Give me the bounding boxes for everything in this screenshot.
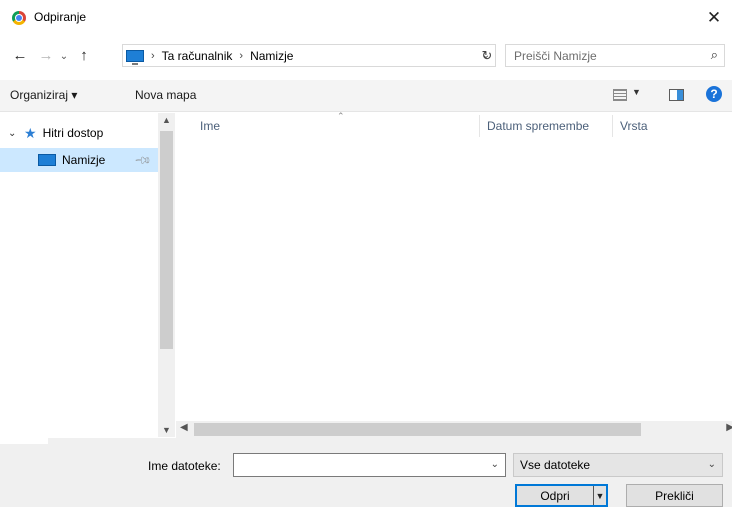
column-name[interactable]: Ime — [200, 119, 220, 133]
new-folder-button[interactable]: Nova mapa — [135, 88, 196, 102]
title-bar — [0, 0, 732, 36]
open-button-label: Odpri — [540, 488, 570, 503]
help-icon[interactable]: ? — [706, 86, 722, 102]
breadcrumb-desktop[interactable]: Namizje — [250, 49, 293, 63]
filetype-select[interactable]: Vse datoteke ⌄ — [513, 453, 723, 477]
column-type[interactable]: Vrsta — [620, 119, 648, 133]
file-list-area[interactable] — [176, 139, 732, 421]
sort-ascending-icon: ⌃ — [337, 111, 345, 121]
cancel-button[interactable]: Prekliči — [626, 484, 723, 507]
column-divider[interactable] — [479, 115, 480, 137]
back-button[interactable]: ← — [10, 44, 30, 66]
tree-item-desktop[interactable]: Namizje 📌︎ — [0, 148, 158, 172]
footer-divider — [0, 438, 48, 444]
computer-icon — [126, 49, 144, 65]
pin-icon: 📌︎ — [133, 151, 152, 170]
scroll-thumb[interactable] — [194, 423, 641, 436]
preview-pane-icon[interactable] — [669, 89, 684, 101]
breadcrumb-separator-icon[interactable]: › — [151, 50, 155, 62]
scroll-left-icon[interactable]: ◀ — [180, 422, 188, 433]
organize-button[interactable]: Organiziraj ▾ — [10, 88, 77, 102]
expand-chevron-icon[interactable]: ⌄ — [8, 128, 22, 139]
open-button[interactable]: Odpri ▼ — [515, 484, 608, 507]
refresh-icon: ↻ — [481, 47, 493, 63]
address-bar[interactable]: › Ta računalnik › Namizje ⌄ — [122, 44, 496, 67]
refresh-button[interactable]: ↻ — [476, 45, 498, 66]
window-title: Odpiranje — [34, 10, 87, 24]
chrome-icon — [12, 11, 26, 25]
up-button[interactable]: ↑ — [74, 44, 94, 66]
filename-input[interactable] — [234, 454, 484, 476]
tree-item-label: Hitri dostop — [42, 126, 104, 140]
column-date-modified[interactable]: Datum spremembe — [487, 119, 589, 133]
chevron-down-icon[interactable]: ⌄ — [708, 459, 716, 470]
chevron-down-icon: ⌄ — [59, 50, 69, 62]
search-box[interactable]: ⌕ — [505, 44, 725, 67]
arrow-left-icon: ← — [12, 46, 28, 64]
scroll-right-icon[interactable]: ▶ — [726, 422, 732, 433]
view-options-icon[interactable] — [613, 89, 627, 101]
star-icon: ★ — [24, 124, 37, 141]
breadcrumb-separator-icon[interactable]: › — [239, 50, 243, 62]
desktop-icon — [38, 154, 56, 166]
recent-locations-button[interactable]: ⌄ — [56, 45, 72, 67]
tree-item-quick-access[interactable]: ⌄ ★ Hitri dostop — [0, 121, 158, 145]
arrow-up-icon: ↑ — [80, 46, 88, 64]
breadcrumb-this-pc[interactable]: Ta računalnik — [162, 49, 233, 63]
filename-label: Ime datoteke: — [148, 459, 221, 473]
filename-combobox[interactable]: ⌄ — [233, 453, 506, 477]
close-icon: ✕ — [706, 8, 722, 27]
filetype-selected-value: Vse datoteke — [520, 458, 591, 472]
file-list-header: ⌃ Ime Datum spremembe Vrsta — [176, 111, 732, 139]
scroll-down-icon[interactable]: ▼ — [158, 425, 175, 435]
search-input[interactable] — [506, 45, 696, 66]
search-icon[interactable]: ⌕ — [711, 47, 718, 63]
scroll-up-icon[interactable]: ▲ — [158, 115, 175, 125]
chevron-down-icon[interactable]: ⌄ — [491, 459, 499, 470]
navigation-pane: ⌄ ★ Hitri dostop Namizje 📌︎ — [0, 113, 158, 437]
nav-vertical-scrollbar[interactable]: ▲ ▼ — [158, 113, 175, 437]
close-button[interactable]: ✕ — [696, 0, 732, 36]
scroll-thumb[interactable] — [160, 131, 173, 349]
tree-item-label: Namizje — [62, 153, 106, 167]
arrow-right-icon: → — [38, 46, 54, 64]
open-options-dropdown-icon[interactable]: ▼ — [593, 486, 606, 505]
view-dropdown-icon[interactable]: ▼ — [632, 87, 641, 97]
file-list-horizontal-scrollbar[interactable]: ◀ ▶ — [176, 421, 732, 438]
column-divider[interactable] — [612, 115, 613, 137]
forward-button[interactable]: → — [36, 44, 56, 66]
